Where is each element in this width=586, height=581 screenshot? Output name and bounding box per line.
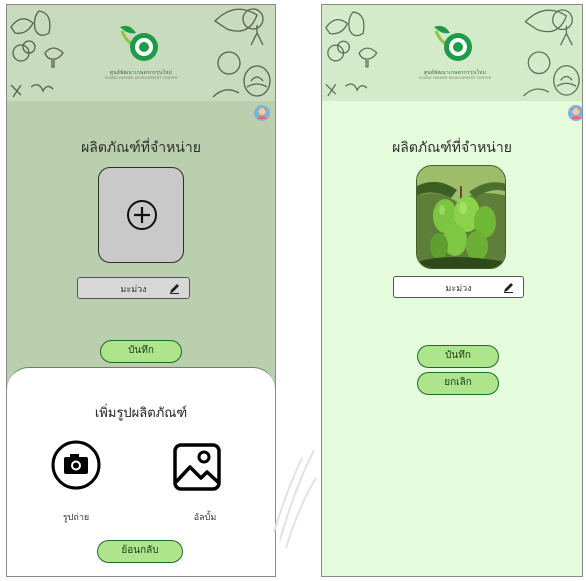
header-banner: ศูนย์พัฒนาเกษตรกรรุ่นใหม่ YOUNG FARMER D… [7, 5, 275, 101]
phone-screen-product-photo: ศูนย์พัฒนาเกษตรกรรุ่นใหม่ YOUNG FARMER D… [321, 4, 583, 577]
plus-circle-icon [127, 200, 157, 230]
product-name-field[interactable]: มะม่วง [393, 276, 524, 298]
logo-icon [120, 25, 158, 61]
camera-icon[interactable] [51, 440, 101, 490]
camera-label: รูปถ่าย [62, 513, 90, 523]
header-banner: ศูนย์พัฒนาเกษตรกรรุ่นใหม่ YOUNG FARMER D… [322, 5, 582, 101]
mango-photo-image [417, 166, 505, 268]
pencil-icon[interactable] [503, 282, 514, 293]
product-photo[interactable] [416, 165, 506, 269]
back-button[interactable]: ย้อนกลับ [97, 540, 183, 563]
add-photo-button[interactable] [98, 167, 184, 263]
product-name-field[interactable]: มะม่วง [77, 277, 190, 299]
save-button[interactable]: บันทึก [100, 340, 182, 363]
avatar[interactable] [568, 105, 583, 121]
page-title: ผลิตภัณฑ์ที่จำหน่าย [81, 140, 201, 156]
page-title: ผลิตภัณฑ์ที่จำหน่าย [392, 140, 512, 156]
phone-screen-add-photo: ศูนย์พัฒนาเกษตรกรรุ่นใหม่ YOUNG FARMER D… [6, 4, 276, 577]
album-label: อัลบั้ม [193, 513, 217, 523]
avatar[interactable] [254, 105, 270, 121]
save-button[interactable]: บันทึก [417, 345, 499, 368]
add-photo-sheet: เพิ่มรูปผลิตภัณฑ์ รูปถ่าย อัลบั้ม ย้อนกล… [7, 367, 275, 576]
logo-icon [434, 25, 472, 61]
gallery-icon[interactable] [172, 442, 222, 492]
watermark-stripes [273, 449, 317, 549]
brand-name-en: YOUNG FARMER DEVELOPMENT CENTER [418, 76, 492, 80]
brand-name-en: YOUNG FARMER DEVELOPMENT CENTER [104, 76, 178, 80]
cancel-button[interactable]: ยกเลิก [417, 372, 499, 395]
pencil-icon[interactable] [169, 283, 180, 294]
sheet-title: เพิ่มรูปผลิตภัณฑ์ [94, 406, 188, 421]
